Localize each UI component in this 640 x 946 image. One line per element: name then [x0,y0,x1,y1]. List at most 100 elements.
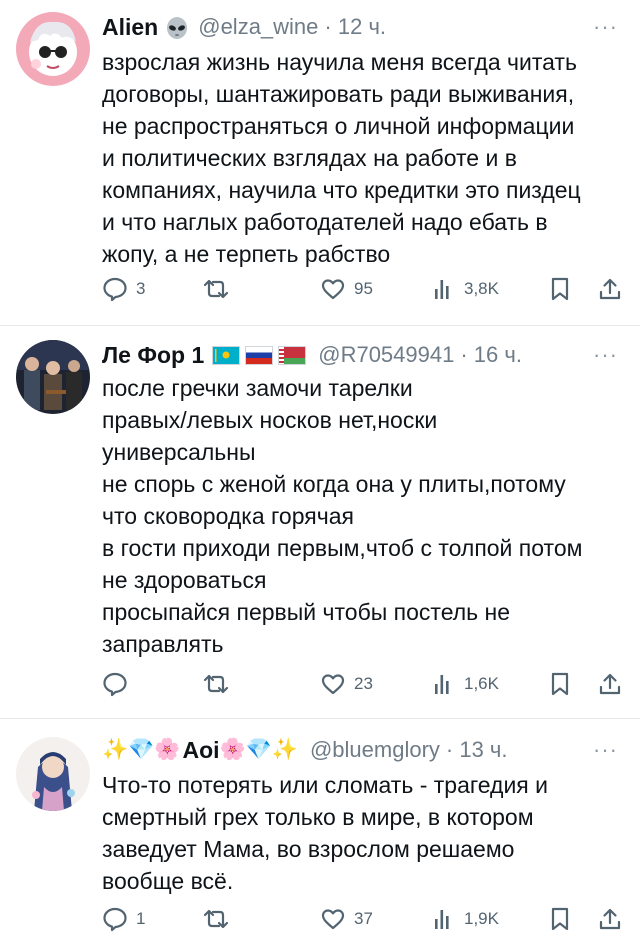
share-icon [599,908,621,930]
reply-icon [103,277,127,302]
views-button[interactable]: 1,9K [432,904,499,934]
tweet-text-line: правых/левых носков нет,носки [102,407,438,433]
bookmark-icon [551,672,569,696]
tweet-text-line: вообще всё. [102,868,234,894]
avatar-image [16,340,90,414]
avatar[interactable] [16,737,90,811]
avatar-image [16,737,90,811]
author-handle[interactable]: @bluemglory [310,737,440,763]
reply-count: 3 [136,279,146,298]
retweet-icon [203,909,229,929]
like-count: 37 [354,909,373,928]
tweet-text-line: взрослая жизнь научила меня всегда читат… [102,49,577,75]
bookmark-icon [551,277,569,301]
retweet-icon [203,674,229,694]
bookmark-button[interactable] [548,669,572,699]
like-count: 95 [354,279,373,298]
views-chart-icon [435,280,449,299]
retweet-button[interactable] [202,669,238,699]
more-options-button[interactable]: ··· [593,739,618,761]
bookmark-button[interactable] [548,274,572,304]
tweet-text-line: заведует Мама, во взрослом решаемо [102,836,515,862]
retweet-button[interactable] [202,904,238,934]
heart-icon [321,279,345,300]
views-chart-icon [435,675,449,694]
tweet-text-line: жопу, а не терпеть рабство [102,241,391,267]
tweet-text-line: не здороваться [102,567,267,593]
like-button[interactable]: 23 [320,669,373,699]
tweet-text-line: после гречки замочи тарелки [102,375,413,401]
more-options-button[interactable]: ··· [593,16,618,38]
views-button[interactable]: 1,6K [432,669,499,699]
reply-button[interactable] [102,669,136,699]
tweet-text-line: и что наглых работодателей надо ебать в [102,209,548,235]
views-button[interactable]: 3,8K [432,274,499,304]
tweet-header: Alien @elza_wine · 12 ч. [102,12,620,42]
tweet-text-line: не спорь с женой когда она у плиты,потом… [102,471,566,497]
tweet-text-line: компаниях, научила что кредитки это пизд… [102,177,581,203]
author-name[interactable]: Aoi [182,737,219,764]
tweet-header: ✨💎🌸 Aoi 🌸💎✨ @bluemglory · 13 ч. [102,735,620,765]
reply-button[interactable]: 3 [102,274,145,304]
tweet-text-line: договоры, шантажировать ради выживания, [102,81,575,107]
views-count: 1,6K [464,674,499,693]
tweet-text: взрослая жизнь научила меня всегда читат… [102,46,618,270]
tweet-actions: 23 1,6K [102,669,622,699]
flag-belarus-icon [278,345,307,365]
bookmark-button[interactable] [548,904,572,934]
avatar[interactable] [16,12,90,86]
like-button[interactable]: 37 [320,904,373,934]
tweet-text-line: что сковородка горячая [102,503,354,529]
tweet-text-line: не распространяться о личной информации [102,113,575,139]
flower-gem-sparkles-emoji-suffix: 🌸💎✨ [219,738,298,761]
avatar-image [16,12,90,86]
flag-russia-icon [245,345,274,365]
heart-icon [321,909,345,930]
timeline-feed: Alien @elza_wine · 12 ч. ··· взрослая жи… [0,0,640,946]
views-count: 3,8K [464,279,499,298]
tweet-text-line: в гости приходи первым,чтоб с толпой пот… [102,535,583,561]
tweet-text-line: Что-то потерять или сломать - трагедия и [102,772,548,798]
reply-button[interactable]: 1 [102,904,145,934]
tweet-1[interactable]: Alien @elza_wine · 12 ч. ··· взрослая жи… [0,0,640,325]
reply-count: 1 [136,909,146,928]
tweet-header: Ле Фор 1 @R70549941 · 16 ч. [102,340,620,370]
author-name[interactable]: Ле Фор 1 [102,342,204,369]
tweet-3[interactable]: ✨💎🌸 Aoi 🌸💎✨ @bluemglory · 13 ч. ··· Что-… [0,719,640,946]
author-name[interactable]: Alien [102,14,158,41]
tweet-text-line: заправлять [102,631,224,657]
tweet-actions: 1 37 1,9K [102,904,622,934]
like-button[interactable]: 95 [320,274,373,304]
like-count: 23 [354,674,373,693]
share-button[interactable] [598,274,622,304]
share-icon [599,278,621,300]
tweet-text: Что-то потерять или сломать - трагедия и… [102,769,618,897]
tweet-text-line: универсальны [102,439,256,465]
tweet-actions: 3 95 3,8K [102,274,622,304]
flag-kazakhstan-icon [212,345,241,365]
author-handle[interactable]: @elza_wine [198,14,318,40]
tweet-time[interactable]: · 16 ч. [460,342,522,368]
sparkles-gem-flower-emoji-prefix: ✨💎🌸 [102,738,181,761]
retweet-button[interactable] [202,274,238,304]
tweet-time[interactable]: · 13 ч. [446,737,508,763]
author-handle[interactable]: @R70549941 [318,342,454,368]
more-options-button[interactable]: ··· [593,344,618,366]
tweet-text-line: просыпайся первый чтобы постель не [102,599,511,625]
alien-face-icon [164,14,190,40]
share-button[interactable] [598,904,622,934]
tweet-text-line: и политических взглядах на работе и в [102,145,517,171]
bookmark-icon [551,907,569,931]
tweet-time[interactable]: · 12 ч. [324,14,386,40]
tweet-2[interactable]: Ле Фор 1 @R70549941 · 16 ч. ··· после гр… [0,326,640,718]
share-button[interactable] [598,669,622,699]
reply-icon [103,907,127,932]
tweet-text: после гречки замочи тарелки правых/левых… [102,372,618,660]
views-count: 1,9K [464,909,499,928]
retweet-icon [203,279,229,299]
avatar[interactable] [16,340,90,414]
share-icon [599,673,621,695]
heart-icon [321,674,345,695]
views-chart-icon [435,910,449,929]
tweet-text-line: смертный грех только в мире, в котором [102,804,534,830]
